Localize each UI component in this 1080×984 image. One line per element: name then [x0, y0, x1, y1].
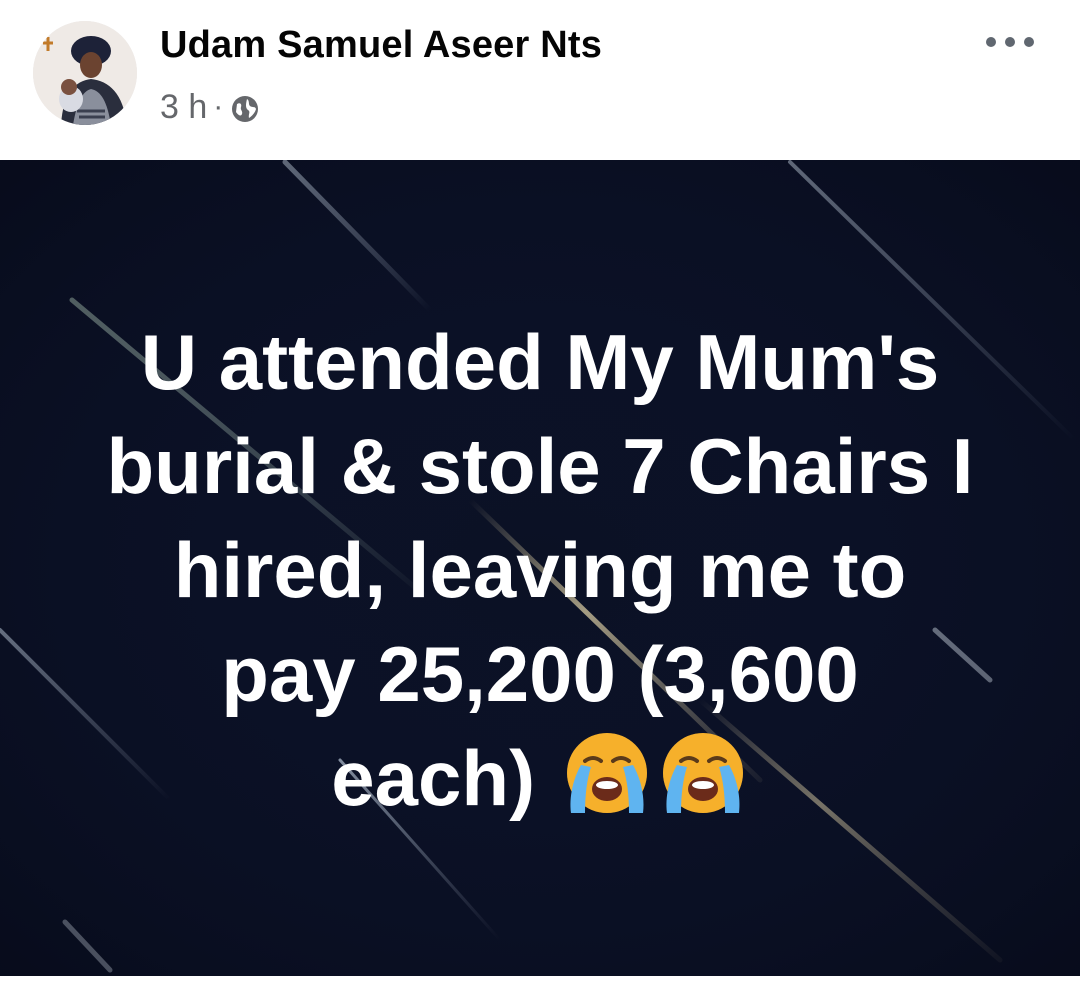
meta-separator: · [213, 90, 224, 123]
post-header: Udam Samuel Aseer Nts 3 h · [0, 0, 1080, 160]
loudly-crying-face-icon [657, 727, 749, 819]
status-line: burial & stole 7 Chairs I [106, 422, 974, 510]
status-message: U attended My Mum's burial & stole 7 Cha… [40, 310, 1040, 830]
status-line: pay 25,200 (3,600 [221, 630, 859, 718]
status-background-card: U attended My Mum's burial & stole 7 Cha… [0, 160, 1080, 976]
status-line: U attended My Mum's [140, 318, 940, 406]
ellipsis-icon [986, 37, 996, 47]
status-line: hired, leaving me to [173, 526, 907, 614]
facebook-post: Udam Samuel Aseer Nts 3 h · U attended M… [0, 0, 1080, 984]
post-footer-divider [0, 976, 1080, 984]
post-meta: 3 h · [160, 86, 259, 128]
avatar-image [33, 21, 137, 125]
author-name[interactable]: Udam Samuel Aseer Nts [160, 24, 602, 67]
author-avatar[interactable] [33, 21, 137, 125]
globe-icon[interactable] [231, 93, 259, 122]
more-options-button[interactable] [980, 24, 1040, 60]
loudly-crying-face-icon [561, 727, 653, 819]
status-line: each) [331, 734, 536, 822]
post-time[interactable]: 3 h [160, 88, 207, 127]
status-last-line: each) [40, 726, 1040, 830]
